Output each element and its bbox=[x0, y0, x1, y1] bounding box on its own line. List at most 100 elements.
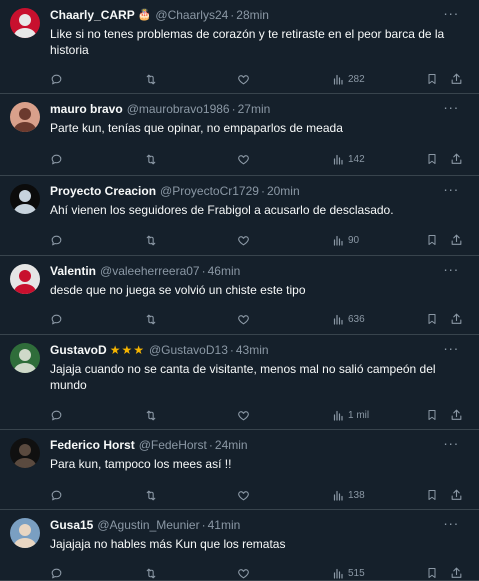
tweet-content: Chaarly_CARP 🎂 @Chaarlys24 · 28min ··· Like si… bbox=[50, 6, 465, 58]
display-name[interactable]: Proyecto Creacion bbox=[50, 183, 156, 199]
views-button[interactable]: 282 bbox=[332, 71, 365, 87]
retweet-button[interactable] bbox=[144, 407, 158, 423]
reply-button[interactable] bbox=[50, 151, 63, 167]
more-icon[interactable]: ··· bbox=[443, 100, 459, 117]
avatar[interactable] bbox=[10, 438, 40, 468]
cake-badge-icon: 🎂 bbox=[137, 9, 152, 21]
bookmark-button[interactable] bbox=[426, 311, 438, 327]
user-handle[interactable]: @maurobravo1986 bbox=[127, 101, 230, 117]
user-handle[interactable]: @GustavoD13 bbox=[149, 342, 228, 358]
views-button[interactable]: 142 bbox=[332, 151, 365, 167]
more-icon[interactable]: ··· bbox=[443, 436, 459, 453]
like-button[interactable] bbox=[237, 487, 250, 503]
retweet-button[interactable] bbox=[144, 232, 158, 248]
bookmark-button[interactable] bbox=[426, 565, 438, 581]
retweet-button[interactable] bbox=[144, 71, 158, 87]
avatar[interactable] bbox=[10, 343, 40, 373]
avatar[interactable] bbox=[10, 264, 40, 294]
reply-icon bbox=[50, 489, 63, 502]
display-name[interactable]: Valentin bbox=[50, 263, 96, 279]
bookmark-button[interactable] bbox=[426, 151, 438, 167]
timestamp[interactable]: 46min bbox=[208, 263, 241, 279]
reply-button[interactable] bbox=[50, 565, 63, 581]
share-button[interactable] bbox=[450, 487, 463, 503]
avatar[interactable] bbox=[10, 184, 40, 214]
more-icon[interactable]: ··· bbox=[443, 341, 459, 358]
like-button[interactable] bbox=[237, 151, 250, 167]
bookmark-button[interactable] bbox=[426, 71, 438, 87]
more-icon[interactable]: ··· bbox=[443, 182, 459, 199]
user-handle[interactable]: @ProyectoCr1729 bbox=[160, 183, 259, 199]
timestamp[interactable]: 43min bbox=[236, 342, 269, 358]
retweet-button[interactable] bbox=[144, 151, 158, 167]
avatar[interactable] bbox=[10, 8, 40, 38]
user-handle[interactable]: @Chaarlys24 bbox=[155, 7, 228, 23]
user-handle[interactable]: @valeeherreera07 bbox=[100, 263, 200, 279]
bookmark-icon bbox=[426, 408, 438, 422]
views-button[interactable]: 138 bbox=[332, 487, 365, 503]
display-name[interactable]: Gusa15 bbox=[50, 517, 93, 533]
tweet[interactable]: Proyecto Creacion @ProyectoCr1729 · 20min ··… bbox=[0, 176, 479, 256]
display-name[interactable]: GustavoD bbox=[50, 342, 107, 358]
tweet-content: mauro bravo @maurobravo1986 · 27min ··· Parte… bbox=[50, 100, 465, 136]
tweet-actions: 138 bbox=[50, 487, 470, 503]
display-name[interactable]: Chaarly_CARP bbox=[50, 7, 135, 23]
reply-button[interactable] bbox=[50, 407, 63, 423]
tweet-header: GustavoD ★★★ @GustavoD13 · 43min bbox=[50, 342, 465, 358]
tweet[interactable]: Valentin @valeeherreera07 · 46min ··· desde q… bbox=[0, 256, 479, 335]
share-button[interactable] bbox=[450, 71, 463, 87]
timestamp[interactable]: 27min bbox=[238, 101, 271, 117]
user-handle[interactable]: @FedeHorst bbox=[139, 437, 207, 453]
timestamp[interactable]: 28min bbox=[236, 7, 269, 23]
like-button[interactable] bbox=[237, 565, 250, 581]
reply-button[interactable] bbox=[50, 311, 63, 327]
views-button[interactable]: 1 mil bbox=[332, 407, 369, 423]
bookmark-button[interactable] bbox=[426, 407, 438, 423]
retweet-button[interactable] bbox=[144, 565, 158, 581]
tweet-actions: 142 bbox=[50, 151, 470, 167]
like-button[interactable] bbox=[237, 407, 250, 423]
timestamp[interactable]: 20min bbox=[267, 183, 300, 199]
tweet-content: Proyecto Creacion @ProyectoCr1729 · 20min ··… bbox=[50, 182, 465, 218]
more-icon[interactable]: ··· bbox=[443, 6, 459, 23]
avatar[interactable] bbox=[10, 518, 40, 548]
bookmark-button[interactable] bbox=[426, 487, 438, 503]
timestamp[interactable]: 41min bbox=[208, 517, 241, 533]
share-button[interactable] bbox=[450, 565, 463, 581]
separator: · bbox=[230, 8, 235, 22]
share-button[interactable] bbox=[450, 311, 463, 327]
tweet[interactable]: GustavoD ★★★ @GustavoD13 · 43min ··· Jajaja cu… bbox=[0, 335, 479, 430]
views-icon bbox=[332, 73, 344, 86]
display-name[interactable]: Federico Horst bbox=[50, 437, 135, 453]
share-button[interactable] bbox=[450, 232, 463, 248]
more-icon[interactable]: ··· bbox=[443, 516, 459, 533]
tweet[interactable]: Gusa15 @Agustin_Meunier · 41min ··· Jajajaja … bbox=[0, 510, 479, 581]
tweet[interactable]: mauro bravo @maurobravo1986 · 27min ··· Parte… bbox=[0, 94, 479, 176]
like-button[interactable] bbox=[237, 232, 250, 248]
like-button[interactable] bbox=[237, 311, 250, 327]
bookmark-icon bbox=[426, 152, 438, 166]
views-count: 515 bbox=[348, 567, 365, 579]
retweet-button[interactable] bbox=[144, 487, 158, 503]
user-handle[interactable]: @Agustin_Meunier bbox=[97, 517, 199, 533]
tweet[interactable]: Chaarly_CARP 🎂 @Chaarlys24 · 28min ··· Like si… bbox=[0, 0, 479, 94]
more-icon[interactable]: ··· bbox=[443, 262, 459, 279]
share-button[interactable] bbox=[450, 151, 463, 167]
like-button[interactable] bbox=[237, 71, 250, 87]
timestamp[interactable]: 24min bbox=[215, 437, 248, 453]
display-name[interactable]: mauro bravo bbox=[50, 101, 123, 117]
tweet-text: Like si no tenes problemas de corazón y … bbox=[50, 27, 445, 57]
share-button[interactable] bbox=[450, 407, 463, 423]
tweet[interactable]: Federico Horst @FedeHorst · 24min ··· Para ku… bbox=[0, 430, 479, 510]
retweet-button[interactable] bbox=[144, 311, 158, 327]
star-badge-icon: ★★★ bbox=[109, 342, 144, 357]
reply-icon bbox=[50, 409, 63, 422]
reply-button[interactable] bbox=[50, 487, 63, 503]
reply-button[interactable] bbox=[50, 232, 63, 248]
views-button[interactable]: 515 bbox=[332, 565, 365, 581]
avatar[interactable] bbox=[10, 102, 40, 132]
views-button[interactable]: 636 bbox=[332, 311, 365, 327]
reply-button[interactable] bbox=[50, 71, 63, 87]
bookmark-button[interactable] bbox=[426, 232, 438, 248]
views-button[interactable]: 90 bbox=[332, 232, 359, 248]
